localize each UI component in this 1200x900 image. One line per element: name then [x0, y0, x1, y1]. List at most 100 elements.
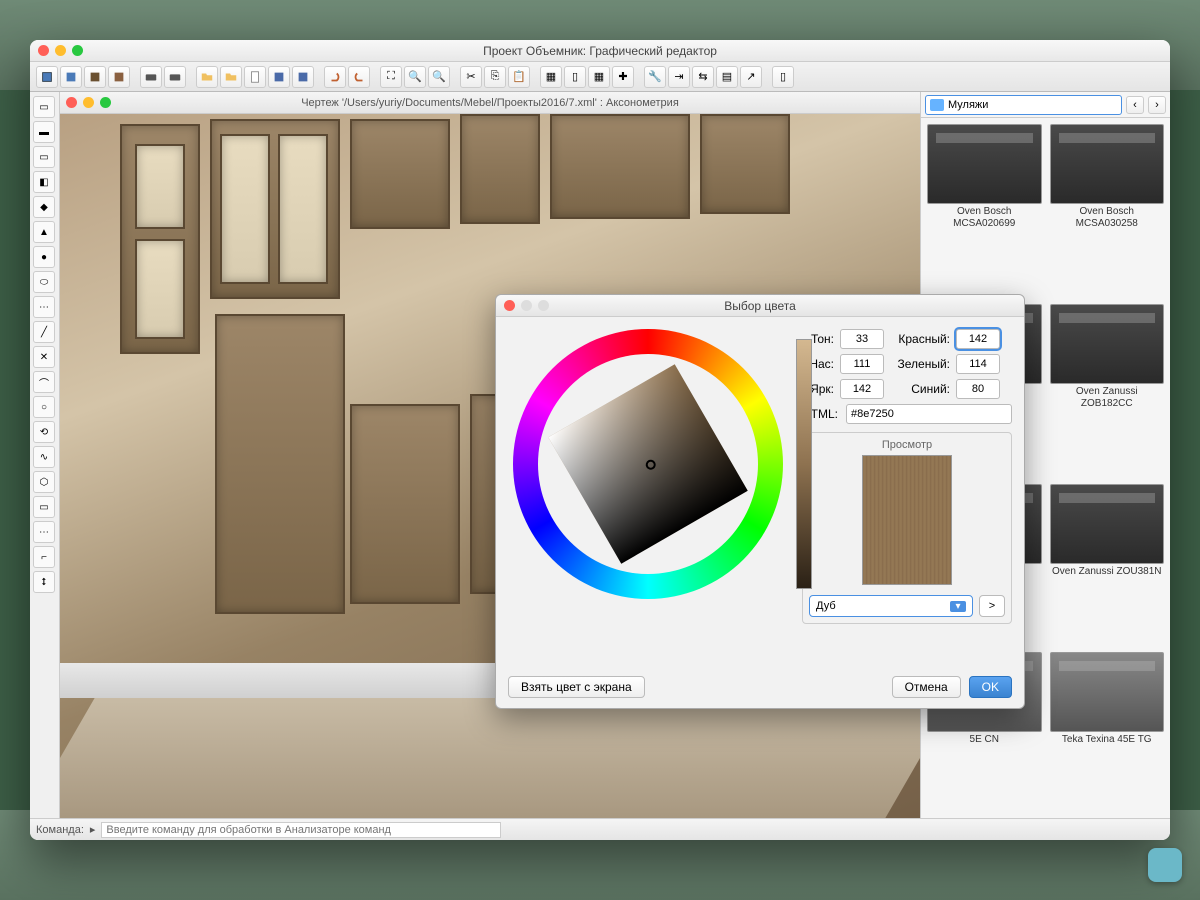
color-wheel[interactable] [513, 329, 783, 599]
ltool-circle-icon[interactable]: ○ [33, 396, 55, 418]
tool-saveas-icon[interactable] [292, 66, 314, 88]
tool-distribute-icon[interactable]: ⇆ [692, 66, 714, 88]
ltool-cylinder-icon[interactable]: ⬭ [33, 271, 55, 293]
tool-fitscreen-icon[interactable]: ⛶ [380, 66, 402, 88]
tool-report-icon[interactable]: ▯ [772, 66, 794, 88]
app-title: Проект Объемник: Графический редактор [483, 44, 717, 58]
color-cursor-icon[interactable] [644, 458, 658, 472]
ltool-cone-icon[interactable]: ▲ [33, 221, 55, 243]
ltool-sep1: ⋯ [33, 296, 55, 318]
tool-cube3-icon[interactable] [84, 66, 106, 88]
tool-door-icon[interactable]: ▯ [564, 66, 586, 88]
ltool-expand-icon[interactable]: ⭥ [33, 571, 55, 593]
main-titlebar: Проект Объемник: Графический редактор [30, 40, 1170, 62]
ltool-line-icon[interactable]: ╱ [33, 321, 55, 343]
library-nav2-icon[interactable]: › [1148, 96, 1166, 114]
tool-cube2-icon[interactable] [60, 66, 82, 88]
tool-paste-icon[interactable]: 📋 [508, 66, 530, 88]
command-label: Команда: [36, 824, 84, 836]
ltool-prism-icon[interactable]: ◆ [33, 196, 55, 218]
tool-folder-icon[interactable] [220, 66, 242, 88]
ltool-axes-icon[interactable]: ⌐ [33, 546, 55, 568]
status-bar: Команда: ▸ [30, 818, 1170, 840]
library-item[interactable]: Oven Bosch MCSA020699 [927, 124, 1042, 296]
ltool-box-icon[interactable]: ▬ [33, 121, 55, 143]
library-item[interactable]: Oven Zanussi ZOU381N [1050, 484, 1165, 644]
tool-align-icon[interactable]: ⇥ [668, 66, 690, 88]
val-input[interactable] [840, 379, 884, 399]
color-sv-triangle[interactable] [548, 364, 747, 563]
dialog-zoom-icon [538, 300, 549, 311]
tool-new-icon[interactable] [244, 66, 266, 88]
tool-copy-icon[interactable]: ⎘ [484, 66, 506, 88]
tool-redo-icon[interactable] [348, 66, 370, 88]
ltool-arc-icon[interactable]: ⌒ [33, 371, 55, 393]
material-next-button[interactable]: > [979, 595, 1005, 617]
hue-input[interactable] [840, 329, 884, 349]
library-folder-select[interactable]: Муляжи [925, 95, 1122, 115]
library-nav-icon[interactable]: ‹ [1126, 96, 1144, 114]
tool-cube-icon[interactable] [36, 66, 58, 88]
blue-input[interactable] [956, 379, 1000, 399]
tool-grid-icon[interactable]: ▦ [588, 66, 610, 88]
ltool-spline-icon[interactable]: ∿ [33, 446, 55, 468]
green-input[interactable] [956, 354, 1000, 374]
tool-camera-icon[interactable] [140, 66, 162, 88]
library-item[interactable]: Oven Zanussi ZOB182CC [1050, 304, 1165, 476]
library-item[interactable]: Teka Texina 45E TG [1050, 652, 1165, 812]
color-value-slider[interactable] [796, 339, 812, 589]
ltool-poly-icon[interactable]: ⬡ [33, 471, 55, 493]
tool-open-icon[interactable] [196, 66, 218, 88]
tool-scissors-icon[interactable]: ✂ [460, 66, 482, 88]
color-dialog-title: Выбор цвета [724, 299, 796, 313]
app-window: Проект Объемник: Графический редактор ⛶ … [30, 40, 1170, 840]
minimize-icon[interactable] [55, 45, 66, 56]
red-input[interactable] [956, 329, 1000, 349]
tool-save-icon[interactable] [268, 66, 290, 88]
material-name: Дуб [816, 600, 836, 612]
preview-swatch [862, 455, 952, 585]
library-folder-name: Муляжи [948, 99, 988, 111]
ltool-sphere-icon[interactable]: ● [33, 246, 55, 268]
tool-camera2-icon[interactable] [164, 66, 186, 88]
ltool-face-icon[interactable]: ◧ [33, 171, 55, 193]
tool-layers-icon[interactable]: ▤ [716, 66, 738, 88]
ltool-panel-icon[interactable]: ▭ [33, 146, 55, 168]
tool-add-icon[interactable]: ✚ [612, 66, 634, 88]
ltool-link-icon[interactable]: ⟲ [33, 421, 55, 443]
close-icon[interactable] [38, 45, 49, 56]
command-flag-icon: ▸ [90, 823, 96, 836]
dialog-minimize-icon [521, 300, 532, 311]
ltool-cross-icon[interactable]: ✕ [33, 346, 55, 368]
doc-title: Чертеж '/Users/yuriy/Documents/Mebel/Про… [301, 97, 679, 109]
tool-modules-icon[interactable]: ▦ [540, 66, 562, 88]
dialog-close-icon[interactable] [504, 300, 515, 311]
left-toolbar: ▭ ▬ ▭ ◧ ◆ ▲ ● ⬭ ⋯ ╱ ✕ ⌒ ○ ⟲ ∿ ⬡ ▭ ⋯ ⌐ ⭥ [30, 92, 60, 818]
chat-widget-icon[interactable] [1148, 848, 1182, 882]
tool-export-icon[interactable]: ↗ [740, 66, 762, 88]
library-item[interactable]: Oven Bosch MCSA030258 [1050, 124, 1165, 296]
blue-label: Синий: [890, 382, 950, 396]
ok-button[interactable]: OK [969, 676, 1012, 698]
preview-panel: Просмотр Дуб ▾ > [802, 432, 1012, 624]
tool-undo-icon[interactable] [324, 66, 346, 88]
sat-input[interactable] [840, 354, 884, 374]
html-color-input[interactable] [846, 404, 1012, 424]
color-picker-dialog: Выбор цвета Тон: Красный: На [495, 294, 1025, 709]
tool-wrench-icon[interactable]: 🔧 [644, 66, 666, 88]
eyedropper-button[interactable]: Взять цвет с экрана [508, 676, 645, 698]
command-input[interactable] [101, 822, 501, 838]
ltool-rect-icon[interactable]: ▭ [33, 496, 55, 518]
doc-close-icon[interactable] [66, 97, 77, 108]
tool-cube4-icon[interactable] [108, 66, 130, 88]
tool-zoomout-icon[interactable]: 🔍 [428, 66, 450, 88]
doc-minimize-icon[interactable] [83, 97, 94, 108]
ltool-sep2: ⋯ [33, 521, 55, 543]
material-select[interactable]: Дуб ▾ [809, 595, 973, 617]
tool-zoom-icon[interactable]: 🔍 [404, 66, 426, 88]
red-label: Красный: [890, 332, 950, 346]
doc-zoom-icon[interactable] [100, 97, 111, 108]
cancel-button[interactable]: Отмена [892, 676, 961, 698]
ltool-select-icon[interactable]: ▭ [33, 96, 55, 118]
zoom-icon[interactable] [72, 45, 83, 56]
